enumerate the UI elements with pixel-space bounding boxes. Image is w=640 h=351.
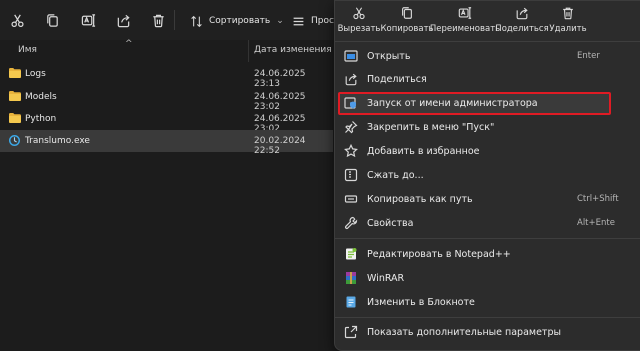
- file-row-python[interactable]: Python 24.06.2025 23:02: [0, 108, 333, 134]
- file-name: Logs: [25, 69, 46, 79]
- menu-item-copy-path[interactable]: Копировать как путь Ctrl+Shift: [335, 188, 640, 211]
- menu-item-label: Редактировать в Notepad++: [367, 249, 511, 260]
- menu-item-pin-start[interactable]: Закрепить в меню "Пуск": [335, 116, 640, 139]
- copy-path-icon: [344, 195, 358, 203]
- copy-icon[interactable]: [42, 10, 62, 30]
- menu-item-label: Показать дополнительные параметры: [367, 327, 561, 338]
- sort-icon: [191, 15, 202, 27]
- folder-icon: [9, 68, 21, 78]
- menu-item-share[interactable]: Поделиться: [335, 68, 640, 91]
- menu-item-compress[interactable]: Сжать до...: [335, 164, 640, 187]
- notepad-icon: [346, 296, 356, 308]
- menu-divider: [335, 41, 640, 42]
- column-divider[interactable]: [248, 40, 249, 62]
- folder-icon: [9, 91, 21, 101]
- quick-action-label: Вырезать: [337, 24, 381, 34]
- open-app-icon: [344, 50, 358, 62]
- toolbar-divider: [174, 10, 175, 30]
- quick-action-label: Копировать: [380, 24, 434, 34]
- delete-icon: [563, 7, 573, 20]
- zip-icon: [344, 168, 358, 182]
- file-name: Translumo.exe: [25, 136, 90, 146]
- column-name[interactable]: Имя: [18, 45, 37, 55]
- menu-item-label: Добавить в избранное: [367, 146, 480, 157]
- cut-icon[interactable]: [7, 10, 27, 30]
- properties-wrench-icon: [344, 216, 358, 230]
- share-icon: [345, 73, 357, 86]
- quick-action-copy[interactable]: Копировать: [377, 3, 437, 39]
- file-date: 20.02.2024 22:52: [254, 136, 306, 156]
- rename-icon[interactable]: [78, 10, 98, 30]
- more-options-icon: [344, 325, 358, 339]
- quick-action-label: Переименовать: [429, 24, 501, 34]
- context-menu: Вырезать Копировать Переименовать Подели…: [334, 0, 640, 351]
- delete-icon[interactable]: [148, 10, 168, 30]
- menu-item-shortcut: Alt+Ente: [577, 218, 615, 228]
- menu-item-label: Закрепить в меню "Пуск": [367, 122, 495, 133]
- menu-item-more-options[interactable]: Показать дополнительные параметры: [335, 321, 640, 344]
- file-name: Models: [25, 92, 57, 102]
- column-date[interactable]: Дата изменения: [254, 45, 332, 55]
- menu-item-notepad[interactable]: Изменить в Блокноте: [335, 291, 640, 314]
- cut-icon: [353, 7, 365, 20]
- view-icon: [293, 17, 304, 25]
- chevron-down-icon: ⌄: [276, 16, 284, 26]
- sort-indicator-icon: ^: [125, 39, 133, 49]
- menu-item-label: WinRAR: [367, 273, 405, 284]
- winrar-icon: [346, 272, 356, 284]
- rename-icon: [458, 7, 472, 19]
- notepadpp-icon: [346, 248, 357, 260]
- admin-shield-icon: [344, 97, 356, 109]
- sort-button[interactable]: Сортировать ⌄: [190, 12, 284, 30]
- quick-action-delete[interactable]: Удалить: [538, 3, 598, 39]
- file-name: Python: [25, 114, 57, 124]
- menu-item-notepadpp[interactable]: Редактировать в Notepad++: [335, 243, 640, 266]
- menu-item-run-as-admin[interactable]: Запуск от имени администратора: [335, 92, 640, 115]
- menu-item-open[interactable]: Открыть Enter: [335, 45, 640, 68]
- menu-item-favorites[interactable]: Добавить в избранное: [335, 140, 640, 163]
- quick-action-rename[interactable]: Переименовать: [430, 3, 500, 39]
- folder-icon: [9, 113, 21, 123]
- menu-item-label: Открыть: [367, 51, 411, 62]
- file-row-logs[interactable]: Logs 24.06.2025 23:13: [0, 63, 333, 89]
- menu-item-label: Копировать как путь: [367, 194, 473, 205]
- menu-item-label: Изменить в Блокноте: [367, 297, 475, 308]
- share-icon: [516, 7, 528, 20]
- menu-item-label: Сжать до...: [367, 170, 424, 181]
- file-row-models[interactable]: Models 24.06.2025 23:02: [0, 86, 333, 112]
- menu-item-winrar[interactable]: WinRAR: [335, 267, 640, 290]
- pin-icon: [345, 121, 358, 134]
- menu-item-label: Свойства: [367, 218, 414, 229]
- exe-app-icon: [9, 135, 20, 146]
- sort-label: Сортировать: [209, 16, 271, 26]
- menu-item-label: Поделиться: [367, 74, 427, 85]
- menu-item-properties[interactable]: Свойства Alt+Ente: [335, 212, 640, 235]
- menu-divider: [335, 238, 640, 239]
- file-row-translumo[interactable]: Translumo.exe 20.02.2024 22:52: [0, 130, 333, 156]
- menu-item-shortcut: Ctrl+Shift: [577, 194, 619, 204]
- menu-divider: [335, 317, 640, 318]
- star-icon: [344, 144, 358, 158]
- share-icon[interactable]: [113, 10, 133, 30]
- menu-item-label: Запуск от имени администратора: [367, 98, 538, 109]
- menu-item-shortcut: Enter: [577, 51, 600, 61]
- copy-icon: [402, 7, 412, 19]
- quick-action-label: Удалить: [549, 24, 587, 34]
